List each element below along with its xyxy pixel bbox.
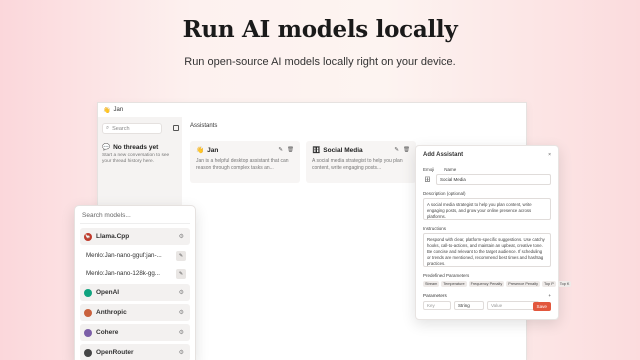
- assistant-name: Jan: [207, 146, 219, 154]
- add-assistant-dialog: Add Assistant × Emoji Name 🗄 Social Medi…: [415, 145, 572, 320]
- llamacpp-logo-icon: 🦙: [84, 232, 92, 241]
- hero-subtitle: Run open-source AI models locally right …: [184, 56, 456, 68]
- assistant-desc: A social media strategist to help you pl…: [312, 158, 403, 171]
- gear-icon[interactable]: ⚙: [179, 349, 184, 356]
- predefined-params-label: Predefined Parameters: [423, 273, 470, 278]
- gear-icon[interactable]: ⚙: [179, 289, 184, 296]
- model-item[interactable]: Menlo:Jan-nano-128k-gg... ✎: [80, 266, 190, 281]
- titlebar: 👋 Jan: [98, 103, 526, 117]
- openai-logo-icon: [84, 288, 92, 297]
- provider-openrouter[interactable]: OpenRouter ⚙: [80, 344, 190, 360]
- predefined-params: Stream Temperature Frequency Penalty Pre…: [423, 281, 572, 287]
- param-chip[interactable]: Presence Penalty: [506, 281, 541, 287]
- param-chip[interactable]: Top K: [557, 281, 572, 287]
- assistant-name: Social Media: [323, 146, 363, 154]
- param-key-field[interactable]: Key: [423, 301, 451, 310]
- model-search-input[interactable]: Search models...: [80, 211, 190, 224]
- assistant-emoji-icon: 🗄: [312, 147, 321, 154]
- param-type-select[interactable]: String: [454, 301, 484, 310]
- empty-threads-desc: Start a new conversation to see your thr…: [102, 153, 170, 165]
- param-chip[interactable]: Temperature: [441, 281, 467, 287]
- emoji-picker[interactable]: 🗄: [423, 175, 432, 184]
- openrouter-logo-icon: [84, 348, 92, 357]
- gear-icon[interactable]: ⚙: [179, 233, 184, 240]
- description-label: Description (optional): [423, 191, 466, 196]
- trash-icon[interactable]: 🗑: [403, 147, 410, 153]
- provider-cohere[interactable]: Cohere ⚙: [80, 324, 190, 341]
- param-value-field[interactable]: Value: [487, 301, 539, 310]
- param-chip[interactable]: Stream: [423, 281, 440, 287]
- dialog-title: Add Assistant: [423, 152, 464, 158]
- settings-icon[interactable]: ✎: [176, 250, 186, 261]
- name-label: Name: [444, 167, 457, 172]
- settings-icon[interactable]: ✎: [176, 268, 186, 279]
- provider-llamacpp[interactable]: 🦙 Llama.Cpp ⚙: [80, 228, 190, 245]
- sidebar-search-input[interactable]: ⌕ Search: [102, 123, 162, 134]
- hero-title: Run AI models locally: [182, 16, 458, 43]
- provider-anthropic[interactable]: Anthropic ⚙: [80, 304, 190, 321]
- edit-icon[interactable]: ✎: [394, 147, 399, 153]
- search-icon: ⌕: [106, 125, 110, 131]
- parameters-label: Parameters: [423, 293, 447, 298]
- model-dropdown: Search models... 🦙 Llama.Cpp ⚙ Menlo:Jan…: [74, 205, 196, 360]
- assistant-desc: Jan is a helpful desktop assistant that …: [196, 158, 289, 171]
- save-button[interactable]: Save: [532, 302, 551, 311]
- app-logo-icon: 👋: [103, 107, 111, 114]
- chat-icon: 💬: [102, 144, 111, 151]
- cohere-logo-icon: [84, 328, 92, 337]
- assistant-emoji-icon: 👋: [196, 147, 205, 154]
- emoji-label: Emoji: [423, 167, 435, 172]
- description-field[interactable]: A social media strategist to help you pl…: [423, 198, 551, 220]
- gear-icon[interactable]: ⚙: [179, 329, 184, 336]
- page-title: Assistants: [190, 123, 218, 129]
- anthropic-logo-icon: [84, 308, 92, 317]
- edit-icon[interactable]: ✎: [278, 147, 283, 153]
- sidebar-collapse-icon[interactable]: [173, 125, 179, 131]
- close-icon[interactable]: ×: [548, 152, 551, 158]
- empty-threads-title: 💬 No threads yet: [102, 143, 159, 152]
- provider-openai[interactable]: OpenAI ⚙: [80, 284, 190, 301]
- assistant-card[interactable]: 👋 Jan ✎ 🗑 Jan is a helpful desktop assis…: [190, 141, 300, 183]
- gear-icon[interactable]: ⚙: [179, 309, 184, 316]
- param-chip[interactable]: Frequency Penalty: [468, 281, 505, 287]
- instructions-label: Instructions: [423, 226, 447, 231]
- trash-icon[interactable]: 🗑: [287, 147, 294, 153]
- instructions-field[interactable]: Respond with clear, platform-specific su…: [423, 233, 551, 267]
- window-title: Jan: [113, 107, 124, 113]
- param-chip[interactable]: Top P: [542, 281, 556, 287]
- assistant-card[interactable]: 🗄 Social Media ✎ 🗑 A social media strate…: [306, 141, 416, 183]
- name-field[interactable]: Social Media: [436, 174, 551, 185]
- add-parameter-icon[interactable]: +: [548, 293, 551, 298]
- model-item[interactable]: Menlo:Jan-nano-gguf:jan-... ✎: [80, 248, 190, 263]
